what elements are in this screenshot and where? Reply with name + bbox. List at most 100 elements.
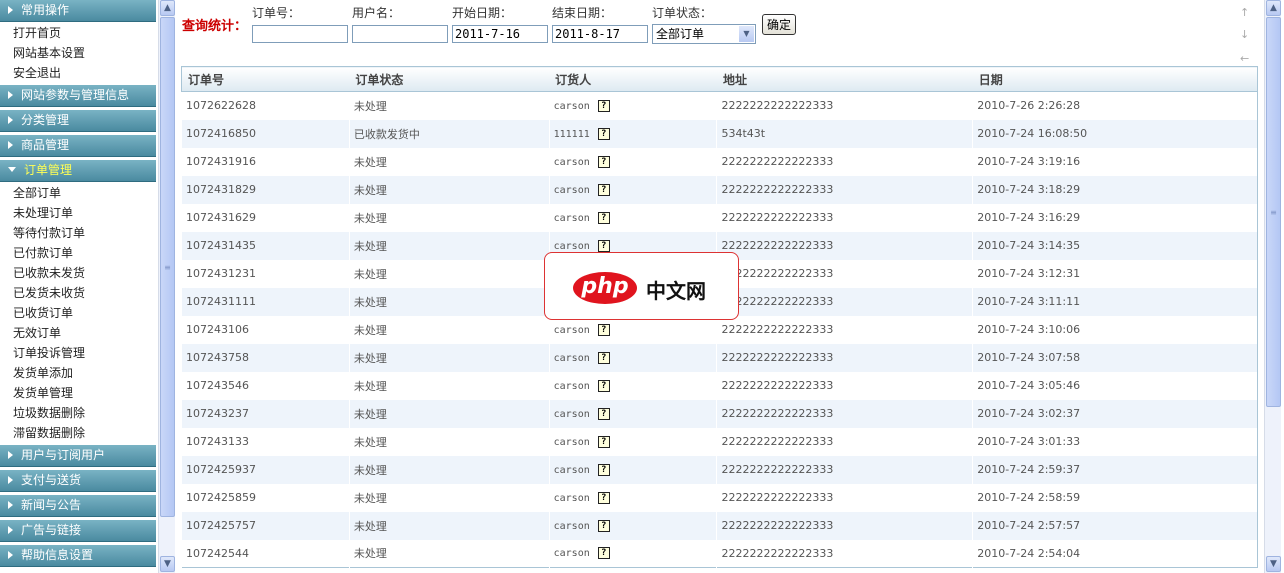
sidebar-group-header[interactable]: 广告与链接 — [0, 520, 156, 542]
customer-name: carson — [553, 548, 590, 560]
username-input[interactable] — [352, 25, 448, 43]
sidebar-group-header[interactable]: 商品管理 — [0, 135, 156, 157]
cell: 未处理 — [348, 511, 550, 540]
sidebar-item[interactable]: 已收款未发货 — [13, 263, 156, 283]
query-title: 查询统计： — [182, 19, 248, 34]
table-row[interactable]: 107243758 未处理 carson? 2222222222222333 2010-… — [181, 343, 1258, 372]
sidebar-item[interactable]: 发货单添加 — [13, 363, 156, 383]
sidebar-group-header[interactable]: 支付与送货 — [0, 470, 156, 492]
status-select[interactable]: 全部订单 ▼ — [652, 24, 756, 44]
sidebar-scrollbar[interactable]: ▲ ≡ ▼ — [158, 0, 175, 573]
scroll-thumb[interactable]: ≡ — [160, 17, 175, 517]
table-row[interactable]: 1072431916 未处理 carson? 2222222222222333 2010… — [181, 147, 1258, 176]
sidebar-group-header[interactable]: 订单管理 — [0, 160, 156, 182]
cell: 2010-7-24 2:58:59 — [972, 483, 1258, 512]
cell: 2222222222222333 — [716, 427, 973, 456]
cell: 2222222222222333 — [716, 231, 973, 260]
help-icon[interactable]: ? — [597, 183, 610, 196]
sidebar-group-header[interactable]: 帮助信息设置 — [0, 545, 156, 567]
caret-right-icon — [8, 526, 13, 534]
arrow-left-icon[interactable]: ← — [1240, 52, 1249, 65]
cell: 1072425859 — [181, 483, 350, 512]
scroll-up-icon[interactable]: ▲ — [160, 0, 175, 16]
cell: 2010-7-24 2:59:37 — [972, 455, 1258, 484]
cell: 2222222222222333 — [716, 287, 973, 316]
cell: 2010-7-24 3:16:29 — [972, 203, 1258, 232]
sidebar-group-header[interactable]: 网站参数与管理信息 — [0, 85, 156, 107]
table-row[interactable]: 1072416850 已收款发货中 111111? 534t43t 2010-7-24 … — [181, 119, 1258, 148]
sidebar-item[interactable]: 发货单管理 — [13, 383, 156, 403]
help-icon[interactable]: ? — [597, 519, 610, 532]
cell: 111111? — [548, 119, 717, 148]
sidebar-group-header[interactable]: 用户与订阅用户 — [0, 445, 156, 467]
cell: 2010-7-24 2:54:04 — [972, 539, 1258, 568]
start-date-input[interactable]: 2011-7-16 — [452, 25, 548, 43]
help-icon[interactable]: ? — [597, 99, 610, 112]
arrow-down-icon[interactable]: ↓ — [1240, 28, 1249, 41]
help-icon[interactable]: ? — [597, 435, 610, 448]
table-row[interactable]: 107243546 未处理 carson? 2222222222222333 2010-… — [181, 371, 1258, 400]
scroll-down-icon[interactable]: ▼ — [1266, 556, 1281, 572]
submit-button[interactable]: 确定 — [762, 14, 797, 35]
table-row[interactable]: 107242544 未处理 carson? 2222222222222333 2010-… — [181, 539, 1258, 568]
column-header: 地址 — [716, 66, 973, 92]
sidebar-item[interactable]: 网站基本设置 — [13, 43, 156, 63]
table-row[interactable]: 107243237 未处理 carson? 2222222222222333 2010-… — [181, 399, 1258, 428]
customer-name: 111111 — [553, 128, 590, 140]
sidebar-item[interactable]: 已付款订单 — [13, 243, 156, 263]
sidebar-item[interactable]: 无效订单 — [13, 323, 156, 343]
sidebar-item[interactable]: 滞留数据删除 — [13, 423, 156, 443]
help-icon[interactable]: ? — [597, 351, 610, 364]
table-row[interactable]: 1072622628 未处理 carson? 2222222222222333 2010… — [181, 91, 1258, 120]
help-icon[interactable]: ? — [597, 155, 610, 168]
cell: 2010-7-24 3:18:29 — [972, 175, 1258, 204]
sidebar-item[interactable]: 打开首页 — [13, 23, 156, 43]
sidebar-item[interactable]: 安全退出 — [13, 63, 156, 83]
table-row[interactable]: 107243133 未处理 carson? 2222222222222333 2010-… — [181, 427, 1258, 456]
sidebar-item[interactable]: 未处理订单 — [13, 203, 156, 223]
cell: 未处理 — [348, 287, 550, 316]
sidebar-item[interactable]: 垃圾数据删除 — [13, 403, 156, 423]
cell: 1072431435 — [181, 231, 350, 260]
help-icon[interactable]: ? — [597, 463, 610, 476]
help-icon[interactable]: ? — [597, 127, 610, 140]
sidebar-item[interactable]: 等待付款订单 — [13, 223, 156, 243]
table-row[interactable]: 1072425757 未处理 carson? 2222222222222333 2010… — [181, 511, 1258, 540]
cell: 1072425757 — [181, 511, 350, 540]
customer-name: carson — [553, 184, 590, 196]
sidebar-item[interactable]: 订单投诉管理 — [13, 343, 156, 363]
cell: 未处理 — [348, 147, 550, 176]
help-icon[interactable]: ? — [597, 491, 610, 504]
cell: 2222222222222333 — [716, 511, 973, 540]
cell: carson? — [548, 343, 717, 372]
sidebar-item[interactable]: 全部订单 — [13, 183, 156, 203]
sidebar-item[interactable]: 已发货未收货 — [13, 283, 156, 303]
status-label: 订单状态： — [652, 6, 713, 20]
scroll-thumb[interactable]: ≡ — [1266, 17, 1281, 407]
sidebar-group-header[interactable]: 新闻与公告 — [0, 495, 156, 517]
page-scrollbar[interactable]: ▲ ≡ ▼ — [1264, 0, 1281, 573]
customer-name: carson — [553, 352, 590, 364]
table-row[interactable]: 1072425937 未处理 carson? 2222222222222333 2010… — [181, 455, 1258, 484]
sidebar-group-header[interactable]: 分类管理 — [0, 110, 156, 132]
help-icon[interactable]: ? — [597, 547, 610, 560]
help-icon[interactable]: ? — [597, 239, 610, 252]
help-icon[interactable]: ? — [597, 379, 610, 392]
arrow-up-icon[interactable]: ↑ — [1240, 6, 1249, 19]
table-row[interactable]: 1072431829 未处理 carson? 2222222222222333 2010… — [181, 175, 1258, 204]
chevron-down-icon[interactable]: ▼ — [739, 26, 754, 42]
scroll-up-icon[interactable]: ▲ — [1266, 0, 1281, 16]
end-date-input[interactable]: 2011-8-17 — [552, 25, 648, 43]
help-icon[interactable]: ? — [597, 407, 610, 420]
cell: carson? — [548, 511, 717, 540]
cell: carson? — [548, 455, 717, 484]
cell: 2010-7-24 3:19:16 — [972, 147, 1258, 176]
sidebar-item[interactable]: 已收货订单 — [13, 303, 156, 323]
sidebar-group-header[interactable]: 常用操作 — [0, 0, 156, 22]
help-icon[interactable]: ? — [597, 323, 610, 336]
order-no-input[interactable] — [252, 25, 348, 43]
scroll-down-icon[interactable]: ▼ — [160, 556, 175, 572]
help-icon[interactable]: ? — [597, 211, 610, 224]
table-row[interactable]: 1072431629 未处理 carson? 2222222222222333 2010… — [181, 203, 1258, 232]
table-row[interactable]: 1072425859 未处理 carson? 2222222222222333 2010… — [181, 483, 1258, 512]
